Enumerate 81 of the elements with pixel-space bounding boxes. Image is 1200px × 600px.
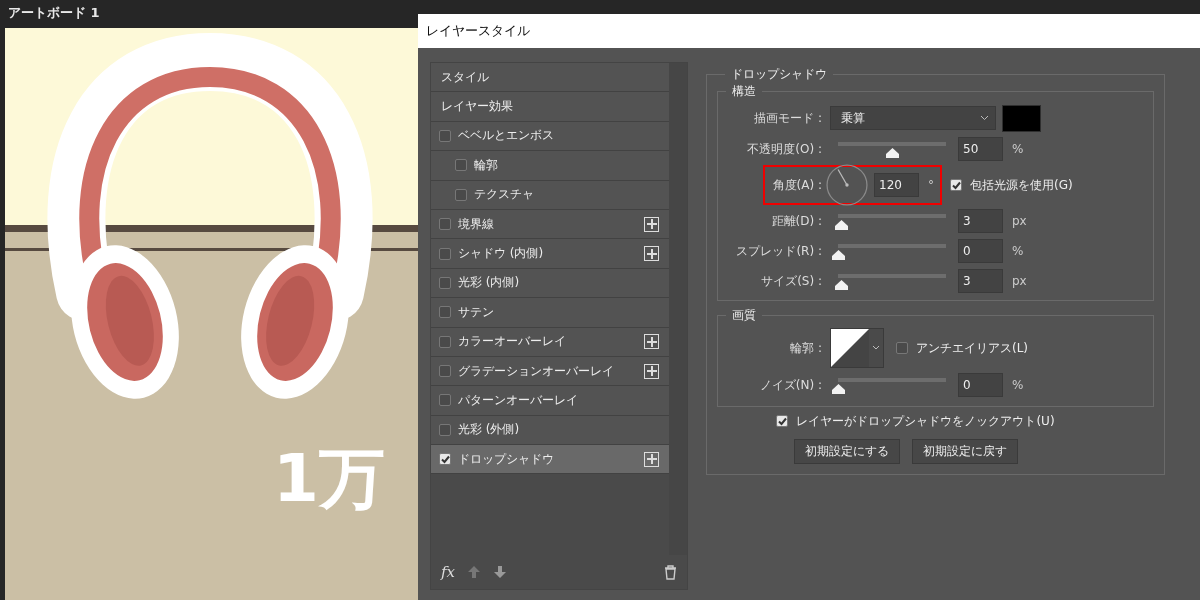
field-label: 距離(D) : (770, 212, 823, 230)
scrollbar[interactable] (669, 63, 687, 555)
checkbox[interactable] (439, 365, 451, 378)
checkbox[interactable] (776, 415, 789, 427)
checkbox[interactable] (439, 306, 451, 319)
unit-label: % (1012, 244, 1024, 258)
unit-label: px (1012, 274, 1027, 288)
value-field[interactable]: 3 (958, 269, 1003, 293)
field-label: 角度(A) : (771, 176, 823, 194)
plus-icon[interactable] (644, 246, 659, 262)
group-title: ドロップシャドウ (730, 66, 828, 83)
checkbox[interactable] (439, 423, 451, 436)
default-button[interactable]: 初期設定にする (793, 439, 900, 464)
unit-label: ° (928, 178, 934, 192)
checkbox-label[interactable]: 包括光源を使用(G) (950, 176, 1073, 194)
style-list-item[interactable]: スタイル (431, 63, 669, 93)
checkbox-label[interactable]: アンチエイリアス(L) (896, 339, 1029, 357)
fx-button[interactable]: fx (441, 563, 455, 581)
unit-label: px (1012, 214, 1027, 228)
dialog-title: レイヤースタイル (426, 22, 530, 40)
headline-text: 1万 (272, 446, 386, 512)
checkbox[interactable] (439, 276, 451, 289)
style-list-item[interactable]: ドロップシャドウ (431, 445, 669, 475)
style-list-item[interactable]: カラーオーバーレイ (431, 327, 669, 357)
style-list-item[interactable]: テクスチャ (431, 180, 669, 210)
unit-label: % (1012, 378, 1024, 392)
field-label: 描画モード : (753, 109, 823, 127)
plus-icon[interactable] (644, 216, 659, 232)
contour-picker[interactable] (830, 328, 884, 368)
value-field[interactable]: 50 (958, 137, 1003, 161)
value-field[interactable]: 3 (958, 209, 1003, 233)
default-button[interactable]: 初期設定に戻す (911, 439, 1018, 464)
value-field[interactable]: 0 (958, 239, 1003, 263)
slider-thumb[interactable] (832, 384, 845, 394)
angle-dial[interactable] (826, 164, 868, 206)
slider-thumb[interactable] (886, 148, 899, 158)
style-list-item[interactable]: ベベルとエンボス (431, 121, 669, 152)
checkbox[interactable] (439, 453, 451, 466)
plus-icon[interactable] (644, 334, 659, 350)
slider-thumb[interactable] (835, 220, 849, 230)
style-list-item[interactable]: 輪郭 (431, 151, 669, 181)
field-label: 不透明度(O) : (746, 140, 823, 158)
chevron-icon (980, 115, 989, 121)
group-title: 構造 (731, 83, 757, 100)
arrow-down-icon[interactable] (493, 565, 507, 579)
checkbox[interactable] (439, 335, 451, 348)
plus-icon[interactable] (644, 363, 659, 379)
trash-icon[interactable] (664, 564, 677, 580)
checkbox[interactable] (896, 342, 908, 354)
field-label: ノイズ(N) : (758, 376, 823, 394)
checkbox[interactable] (439, 129, 451, 142)
slider-thumb[interactable] (832, 250, 845, 260)
checkbox[interactable] (455, 159, 467, 172)
field-label: スプレッド(R) : (735, 242, 823, 260)
style-list-item[interactable]: レイヤー効果 (431, 92, 669, 122)
slider-thumb[interactable] (835, 280, 849, 290)
checkbox[interactable] (439, 247, 451, 260)
checkbox[interactable] (439, 218, 451, 231)
style-list-item[interactable]: シャドウ (内側) (431, 239, 669, 269)
checkbox-label[interactable]: レイヤーがドロップシャドウをノックアウト(U) (776, 412, 1055, 430)
style-list-item[interactable]: グラデーションオーバーレイ (431, 356, 669, 387)
artboard-title: アートボード 1 (7, 4, 101, 22)
field-label: サイズ(S) : (760, 272, 823, 290)
checkbox[interactable] (950, 179, 962, 191)
style-list-item[interactable]: サテン (431, 298, 669, 328)
blend-mode-select[interactable]: 乗算 (830, 106, 996, 130)
field-label: 輪郭 : (789, 339, 823, 357)
plus-icon[interactable] (644, 451, 659, 467)
group-title: 画質 (731, 307, 757, 324)
color-swatch[interactable] (1002, 104, 1041, 132)
checkbox[interactable] (455, 188, 467, 201)
style-list-item[interactable]: 光彩 (内側) (431, 268, 669, 299)
style-list-item[interactable]: 光彩 (外側) (431, 415, 669, 446)
value-field[interactable]: 0 (958, 373, 1003, 397)
arrow-up-icon[interactable] (467, 565, 481, 579)
chevron-icon (872, 345, 880, 351)
style-list-item[interactable]: パターンオーバーレイ (431, 386, 669, 416)
checkbox[interactable] (439, 394, 451, 407)
unit-label: % (1012, 142, 1024, 156)
value-field[interactable]: 120 (874, 173, 919, 197)
style-list-item[interactable]: 境界線 (431, 209, 669, 240)
